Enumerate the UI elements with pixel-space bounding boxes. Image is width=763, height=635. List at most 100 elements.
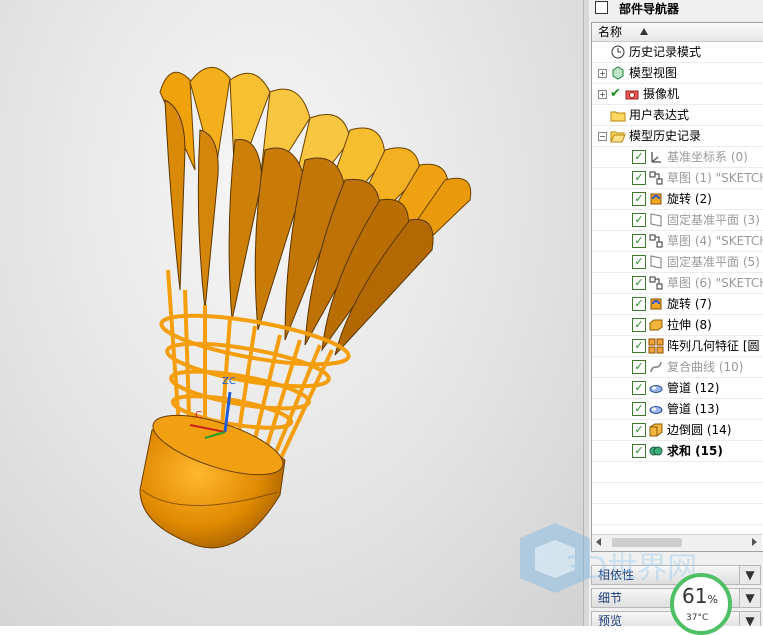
tree-item[interactable]: ✓ 旋转 (7) bbox=[592, 294, 763, 315]
tree-item-label: 求和 (15) bbox=[667, 444, 723, 458]
column-header-label: 名称 bbox=[598, 25, 623, 39]
tree-item-label: 基准坐标系 (0) bbox=[667, 150, 748, 164]
revolve-icon bbox=[648, 296, 664, 312]
window-icon[interactable] bbox=[595, 1, 608, 14]
tree-item[interactable]: − 模型历史记录 bbox=[592, 126, 763, 147]
datum-plane-icon bbox=[648, 254, 664, 270]
tree-item[interactable]: ✓ 拉伸 (8) bbox=[592, 315, 763, 336]
sketch-icon bbox=[648, 170, 664, 186]
tree-item[interactable]: ✓ 固定基准平面 (5) bbox=[592, 252, 763, 273]
feature-checkbox[interactable]: ✓ bbox=[632, 339, 646, 353]
part-navigator: 部件导航器 名称 历史记录模式 + 模型视图 + ✔ 摄像机 用户表达式 − 模型历史记录 ✓ 基准… bbox=[589, 0, 763, 626]
chevron-down-icon[interactable]: ▼ bbox=[739, 588, 761, 608]
tree-item-label: 管道 (13) bbox=[667, 402, 720, 416]
unite-icon bbox=[648, 443, 664, 459]
tube-icon bbox=[648, 401, 664, 417]
feature-checkbox[interactable]: ✓ bbox=[632, 234, 646, 248]
feature-checkbox[interactable]: ✓ bbox=[632, 171, 646, 185]
horizontal-scrollbar[interactable] bbox=[592, 534, 762, 551]
tree-item[interactable]: ✓ 草图 (6) "SKETCH bbox=[592, 273, 763, 294]
feature-checkbox[interactable]: ✓ bbox=[632, 444, 646, 458]
gauge-percent: 61% bbox=[682, 584, 718, 608]
shuttlecock-model[interactable]: ZC C bbox=[0, 0, 583, 626]
scroll-thumb[interactable] bbox=[612, 538, 682, 547]
feature-checkbox[interactable]: ✓ bbox=[632, 297, 646, 311]
tree-item-label: 草图 (6) "SKETCH bbox=[667, 276, 763, 290]
tree-item[interactable]: 用户表达式 bbox=[592, 105, 763, 126]
tree-item-label: 固定基准平面 (3) bbox=[667, 213, 760, 227]
tree-item-label: 阵列几何特征 [圆 bbox=[667, 339, 760, 353]
scroll-left-icon[interactable] bbox=[596, 538, 601, 546]
column-header-name[interactable]: 名称 bbox=[592, 23, 763, 42]
scroll-right-icon[interactable] bbox=[752, 538, 757, 546]
datum-csys-icon bbox=[648, 149, 664, 165]
tree-item[interactable]: ✓ 阵列几何特征 [圆 bbox=[592, 336, 763, 357]
model-view-icon bbox=[610, 65, 626, 81]
feature-checkbox[interactable]: ✓ bbox=[632, 318, 646, 332]
feature-checkbox[interactable]: ✓ bbox=[632, 360, 646, 374]
tree-item-label: 管道 (12) bbox=[667, 381, 720, 395]
tube-icon bbox=[648, 380, 664, 396]
empty-row bbox=[592, 483, 763, 504]
feature-checkbox[interactable]: ✓ bbox=[632, 276, 646, 290]
camera-icon bbox=[624, 86, 640, 102]
tree-item[interactable]: 历史记录模式 bbox=[592, 42, 763, 63]
chevron-down-icon[interactable]: ▼ bbox=[739, 565, 761, 585]
csys-label: ZC bbox=[222, 376, 236, 387]
navigator-tree[interactable]: 名称 历史记录模式 + 模型视图 + ✔ 摄像机 用户表达式 − 模型历史记录 ✓ 基准坐标系 (0… bbox=[591, 22, 763, 552]
tree-item-label: 摄像机 bbox=[643, 87, 680, 101]
feature-checkbox[interactable]: ✓ bbox=[632, 213, 646, 227]
tree-item[interactable]: ✓ 求和 (15) bbox=[592, 441, 763, 462]
tree-item[interactable]: ✓ 草图 (4) "SKETCH bbox=[592, 231, 763, 252]
feature-checkbox[interactable]: ✓ bbox=[632, 192, 646, 206]
tree-item-label: 旋转 (2) bbox=[667, 192, 712, 206]
datum-plane-icon bbox=[648, 212, 664, 228]
expand-icon[interactable]: + bbox=[598, 90, 607, 99]
tree-item[interactable]: ✓ 管道 (12) bbox=[592, 378, 763, 399]
chevron-down-icon[interactable]: ▼ bbox=[739, 611, 761, 626]
feature-checkbox[interactable]: ✓ bbox=[632, 255, 646, 269]
collapse-icon[interactable]: − bbox=[598, 132, 607, 141]
feature-checkbox[interactable]: ✓ bbox=[632, 423, 646, 437]
tree-item-label: 旋转 (7) bbox=[667, 297, 712, 311]
curve-icon bbox=[648, 359, 664, 375]
tree-item[interactable]: ✓ 复合曲线 (10) bbox=[592, 357, 763, 378]
pattern-icon bbox=[648, 338, 664, 354]
tree-item-label: 边倒圆 (14) bbox=[667, 423, 732, 437]
tree-item-label: 草图 (1) "SKETCH bbox=[667, 171, 763, 185]
empty-row bbox=[592, 462, 763, 483]
tree-item-label: 模型历史记录 bbox=[629, 129, 702, 143]
expand-icon[interactable]: + bbox=[598, 69, 607, 78]
folder-icon bbox=[610, 107, 626, 123]
tree-item[interactable]: ✓ 旋转 (2) bbox=[592, 189, 763, 210]
sketch-icon bbox=[648, 233, 664, 249]
checkmark-icon: ✔ bbox=[610, 86, 621, 101]
tree-item-label: 用户表达式 bbox=[629, 108, 690, 122]
tree-item[interactable]: ✓ 基准坐标系 (0) bbox=[592, 147, 763, 168]
edge-blend-icon bbox=[648, 422, 664, 438]
details-label: 细节 bbox=[598, 591, 623, 605]
feature-checkbox[interactable]: ✓ bbox=[632, 402, 646, 416]
sketch-icon bbox=[648, 275, 664, 291]
graphics-viewport[interactable]: ZC C bbox=[0, 0, 583, 626]
feature-checkbox[interactable]: ✓ bbox=[632, 150, 646, 164]
tree-item[interactable]: ✓ 固定基准平面 (3) bbox=[592, 210, 763, 231]
cork-base bbox=[139, 414, 286, 549]
navigator-title-bar: 部件导航器 bbox=[589, 0, 763, 18]
tree-item[interactable]: ✓ 管道 (13) bbox=[592, 399, 763, 420]
tree-item[interactable]: + ✔ 摄像机 bbox=[592, 84, 763, 105]
gauge-temperature: 37°C bbox=[686, 613, 709, 623]
tree-item-label: 复合曲线 (10) bbox=[667, 360, 744, 374]
tree-item[interactable]: ✓ 草图 (1) "SKETCH bbox=[592, 168, 763, 189]
clock-icon bbox=[610, 44, 626, 60]
tree-rows: 历史记录模式 + 模型视图 + ✔ 摄像机 用户表达式 − 模型历史记录 ✓ 基准坐标系 (0) ✓ 草… bbox=[592, 42, 763, 546]
tree-item[interactable]: ✓ 边倒圆 (14) bbox=[592, 420, 763, 441]
navigator-title: 部件导航器 bbox=[619, 2, 680, 16]
revolve-icon bbox=[648, 191, 664, 207]
feature-checkbox[interactable]: ✓ bbox=[632, 381, 646, 395]
extrude-icon bbox=[648, 317, 664, 333]
tree-item-label: 拉伸 (8) bbox=[667, 318, 712, 332]
preview-label: 预览 bbox=[598, 614, 623, 626]
tree-item[interactable]: + 模型视图 bbox=[592, 63, 763, 84]
sort-ascending-icon bbox=[640, 28, 648, 35]
